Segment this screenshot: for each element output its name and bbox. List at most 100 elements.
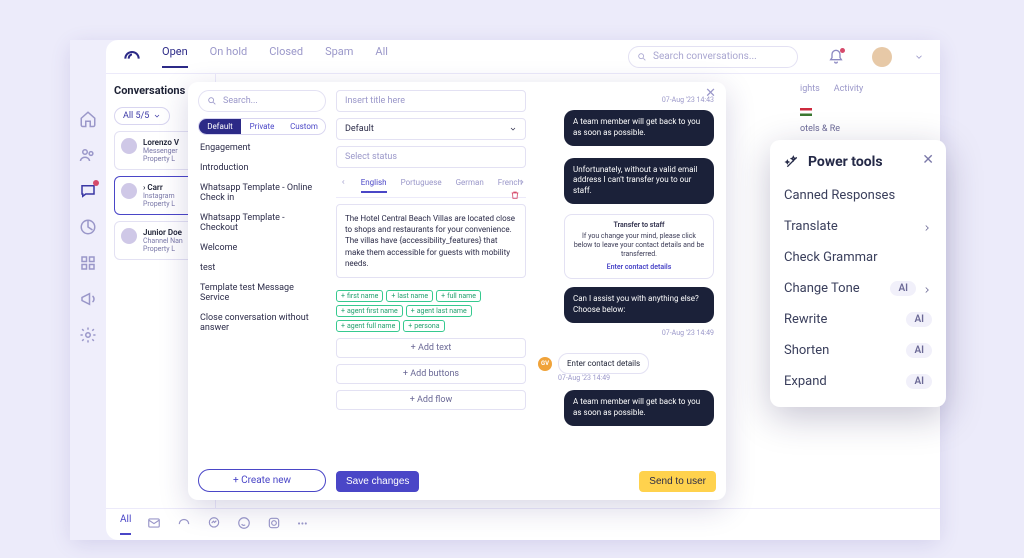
tab-closed[interactable]: Closed bbox=[269, 45, 303, 68]
user-avatar[interactable] bbox=[872, 47, 892, 67]
trash-icon[interactable] bbox=[510, 190, 520, 200]
template-item[interactable]: test bbox=[200, 263, 320, 273]
guest-message: Enter contact details bbox=[558, 353, 649, 374]
send-to-user-button[interactable]: Send to user bbox=[639, 471, 716, 492]
settings-icon[interactable] bbox=[79, 326, 97, 344]
broadcast-icon[interactable] bbox=[79, 290, 97, 308]
tab-insights[interactable]: ights bbox=[800, 84, 820, 94]
bot-message: A team member will get back to you as so… bbox=[564, 110, 714, 146]
template-item[interactable]: Whatsapp Template - Online Check in bbox=[200, 183, 320, 203]
property-label: Property L bbox=[143, 200, 175, 208]
power-tool-item[interactable]: ExpandAI bbox=[784, 366, 932, 397]
grid-icon[interactable] bbox=[79, 254, 97, 272]
template-item[interactable]: Template test Message Service bbox=[200, 283, 320, 303]
logo-icon bbox=[122, 47, 142, 67]
template-item[interactable]: Engagement bbox=[200, 143, 320, 153]
power-tool-item[interactable]: Check Grammar bbox=[784, 242, 932, 273]
token-persona[interactable]: persona bbox=[403, 320, 444, 332]
bell-icon[interactable] bbox=[828, 49, 844, 65]
power-tools-popover: ✕ Power tools Canned ResponsesTranslateC… bbox=[770, 140, 946, 407]
add-buttons-button[interactable]: + Add buttons bbox=[336, 364, 526, 384]
tab-activity[interactable]: Activity bbox=[834, 84, 863, 94]
hotel-name: otels & Re bbox=[800, 124, 840, 134]
sidebar-rail bbox=[70, 40, 106, 540]
lang-german[interactable]: German bbox=[456, 178, 484, 193]
channel-hijiffy-icon[interactable] bbox=[177, 516, 191, 533]
global-search[interactable]: Search conversations... bbox=[628, 46, 798, 68]
guest-avatar: GV bbox=[538, 357, 552, 371]
analytics-icon[interactable] bbox=[79, 218, 97, 236]
channel-messenger-icon[interactable] bbox=[207, 516, 221, 533]
add-text-button[interactable]: + Add text bbox=[336, 338, 526, 358]
search-placeholder: Search conversations... bbox=[653, 51, 757, 62]
close-icon[interactable]: ✕ bbox=[922, 152, 934, 168]
chevron-right-icon[interactable] bbox=[518, 178, 526, 186]
channel-more-icon[interactable]: ••• bbox=[297, 519, 307, 530]
token-last-name[interactable]: last name bbox=[386, 290, 433, 302]
template-search[interactable]: Search... bbox=[198, 90, 326, 112]
token-first-name[interactable]: first name bbox=[336, 290, 383, 302]
filter-pill-label: All 5/5 bbox=[123, 111, 149, 121]
template-body-editor[interactable]: The Hotel Central Beach Villas are locat… bbox=[336, 204, 526, 278]
token-full-name[interactable]: full name bbox=[436, 290, 481, 302]
power-tool-item[interactable]: RewriteAI bbox=[784, 304, 932, 335]
timestamp: 07-Aug '23 14:43 bbox=[538, 96, 714, 104]
tab-spam[interactable]: Spam bbox=[325, 45, 353, 68]
contacts-icon[interactable] bbox=[79, 146, 97, 164]
channel-email-icon[interactable] bbox=[147, 516, 161, 533]
power-tool-item[interactable]: ShortenAI bbox=[784, 335, 932, 366]
power-tool-label: Change Tone bbox=[784, 281, 860, 296]
chevron-down-icon bbox=[153, 112, 161, 120]
title-input[interactable]: Insert title here bbox=[336, 90, 526, 112]
timestamp: 07-Aug '23 14:49 bbox=[538, 329, 714, 337]
contact-name: Lorenzo V bbox=[143, 138, 179, 147]
template-item[interactable]: Close conversation without answer bbox=[200, 313, 320, 333]
lang-portuguese[interactable]: Portuguese bbox=[401, 178, 442, 193]
chevron-down-icon[interactable] bbox=[914, 52, 924, 62]
template-segments: Default Private Custom bbox=[198, 118, 326, 135]
close-icon[interactable]: ✕ bbox=[705, 86, 716, 101]
home-icon[interactable] bbox=[79, 110, 97, 128]
segment-default[interactable]: Default bbox=[199, 119, 241, 134]
save-button[interactable]: Save changes bbox=[336, 471, 419, 492]
bot-message: A team member will get back to you as so… bbox=[564, 390, 714, 426]
power-tool-label: Rewrite bbox=[784, 312, 827, 327]
power-tool-label: Canned Responses bbox=[784, 188, 895, 203]
power-tool-item[interactable]: Change ToneAI bbox=[784, 273, 932, 304]
bot-message: Can I assist you with anything else? Cho… bbox=[564, 287, 714, 323]
segment-custom[interactable]: Custom bbox=[283, 119, 325, 134]
card-title: Transfer to staff bbox=[573, 221, 705, 230]
template-item[interactable]: Welcome bbox=[200, 243, 320, 253]
power-tool-item[interactable]: Translate bbox=[784, 211, 932, 242]
token-agent-full-name[interactable]: agent full name bbox=[336, 320, 400, 332]
card-link[interactable]: Enter contact details bbox=[573, 263, 705, 272]
token-agent-first-name[interactable]: agent first name bbox=[336, 305, 403, 317]
transfer-card: Transfer to staff If you change your min… bbox=[564, 214, 714, 279]
segment-private[interactable]: Private bbox=[241, 119, 283, 134]
dropdown-value: Default bbox=[345, 124, 374, 134]
tab-onhold[interactable]: On hold bbox=[210, 45, 248, 68]
card-body: If you change your mind, please click be… bbox=[574, 232, 704, 258]
tab-open[interactable]: Open bbox=[162, 45, 188, 68]
channel-instagram-icon[interactable] bbox=[267, 516, 281, 533]
ai-badge: AI bbox=[906, 374, 932, 389]
type-dropdown[interactable]: Default bbox=[336, 118, 526, 140]
create-new-button[interactable]: + Create new bbox=[198, 469, 326, 492]
inbox-icon[interactable] bbox=[79, 182, 97, 200]
add-flow-button[interactable]: + Add flow bbox=[336, 390, 526, 410]
chevron-left-icon[interactable] bbox=[340, 178, 347, 186]
search-icon bbox=[637, 52, 647, 62]
channel-strip: All ••• bbox=[106, 508, 940, 540]
token-agent-last-name[interactable]: agent last name bbox=[406, 305, 472, 317]
filter-pill[interactable]: All 5/5 bbox=[114, 107, 170, 125]
status-dropdown[interactable]: Select status bbox=[336, 146, 526, 168]
channel-whatsapp-icon[interactable] bbox=[237, 516, 251, 533]
lang-english[interactable]: English bbox=[361, 178, 387, 193]
power-tool-item[interactable]: Canned Responses bbox=[784, 180, 932, 211]
chevron-right-icon bbox=[922, 284, 932, 294]
contact-name: Carr bbox=[147, 183, 162, 192]
template-item[interactable]: Introduction bbox=[200, 163, 320, 173]
tab-all[interactable]: All bbox=[375, 45, 388, 68]
template-item[interactable]: Whatsapp Template - Checkout bbox=[200, 213, 320, 233]
channel-all[interactable]: All bbox=[120, 514, 131, 535]
